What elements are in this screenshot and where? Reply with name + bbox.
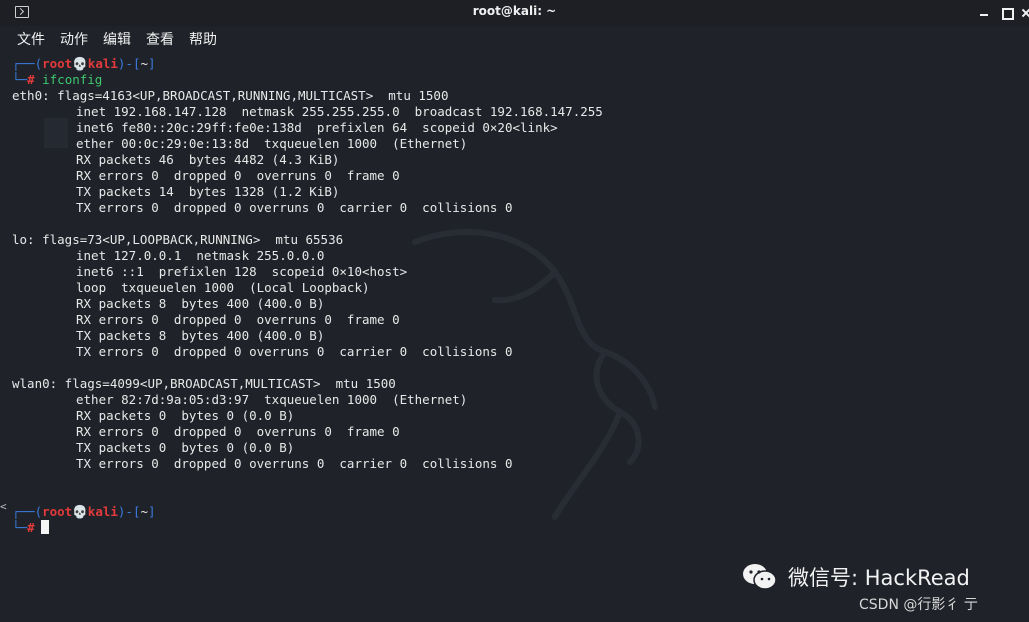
wechat-icon	[743, 564, 777, 590]
menu-help[interactable]: 帮助	[189, 29, 217, 49]
iface-header-lo: lo: flags=73<UP,LOOPBACK,RUNNING> mtu 65…	[12, 232, 344, 247]
prompt-hash: #	[27, 72, 35, 87]
wechat-id: 微信号: HackRead	[788, 566, 970, 590]
prompt-corner: ┌──(	[12, 56, 43, 71]
skull-icon: 💀	[72, 504, 88, 519]
menu-edit[interactable]: 编辑	[103, 29, 131, 49]
command-line: └─# ifconfig	[12, 72, 102, 88]
output-line: inet 127.0.0.1 netmask 255.0.0.0	[76, 248, 325, 263]
command-text: ifconfig	[42, 72, 103, 87]
prompt-host: kali	[87, 56, 118, 71]
iface-header-wlan0: wlan0: flags=4099<UP,BROADCAST,MULTICAST…	[12, 376, 396, 391]
output-line: RX errors 0 dropped 0 overruns 0 frame 0	[76, 312, 400, 327]
kali-dragon-watermark	[412, 229, 658, 520]
output-line: inet 192.168.147.128 netmask 255.255.255…	[76, 104, 603, 119]
prompt-path: ~	[140, 56, 149, 71]
prompt-line: ┌──(root💀kali)-[~]	[12, 504, 156, 520]
terminal-output[interactable]: ┌──(root💀kali)-[~] └─# ifconfig eth0: fl…	[0, 52, 1029, 622]
wechat-watermark: 微信号: HackRead	[742, 560, 970, 594]
title-bar[interactable]: root@kali: ~	[0, 0, 1029, 26]
menu-actions[interactable]: 动作	[60, 29, 88, 49]
prompt-hash: #	[27, 520, 35, 535]
terminal-window: root@kali: ~ 文件 动作 编辑 查看 帮助 ┌──(root💀kal…	[0, 0, 1029, 622]
csdn-watermark: CSDN @行影彳 亍	[859, 597, 978, 613]
prompt-user: root	[42, 504, 73, 519]
output-line: RX packets 8 bytes 400 (400.0 B)	[76, 296, 325, 311]
output-line: ether 82:7d:9a:05:d3:97 txqueuelen 1000 …	[76, 392, 468, 407]
output-line: RX packets 0 bytes 0 (0.0 B)	[76, 408, 295, 423]
background-file-icon	[44, 118, 68, 148]
output-line: RX errors 0 dropped 0 overruns 0 frame 0	[76, 424, 400, 439]
prompt-path: ~	[140, 504, 149, 519]
output-line: TX packets 14 bytes 1328 (1.2 KiB)	[76, 184, 340, 199]
minimize-icon[interactable]	[976, 5, 992, 21]
output-line: inet6 fe80::20c:29ff:fe0e:138d prefixlen…	[76, 120, 558, 135]
prompt-bracket: ]	[148, 56, 156, 71]
maximize-icon[interactable]	[999, 5, 1015, 21]
menu-file[interactable]: 文件	[17, 29, 45, 49]
prompt-bracket: ]	[148, 504, 156, 519]
output-line: TX packets 8 bytes 400 (400.0 B)	[76, 328, 325, 343]
prompt-separator: )-[	[117, 56, 141, 71]
output-line: TX errors 0 dropped 0 overruns 0 carrier…	[76, 200, 513, 215]
prompt-host: kali	[87, 504, 118, 519]
prompt-corner: ┌──(	[12, 504, 43, 519]
output-line: ether 00:0c:29:0e:13:8d txqueuelen 1000 …	[76, 136, 468, 151]
window-title: root@kali: ~	[472, 4, 557, 18]
output-line: RX packets 46 bytes 4482 (4.3 KiB)	[76, 152, 340, 167]
menu-bar: 文件 动作 编辑 查看 帮助	[0, 26, 1029, 52]
output-line: TX packets 0 bytes 0 (0.0 B)	[76, 440, 295, 455]
menu-view[interactable]: 查看	[146, 29, 174, 49]
prompt-separator: )-[	[117, 504, 141, 519]
close-icon[interactable]	[1020, 5, 1029, 21]
text-cursor[interactable]	[40, 520, 49, 534]
edge-mark: <	[0, 500, 7, 513]
prompt-corner: └─	[12, 72, 28, 87]
output-line: TX errors 0 dropped 0 overruns 0 carrier…	[76, 344, 513, 359]
skull-icon: 💀	[72, 56, 88, 71]
command-input-line[interactable]: └─#	[12, 520, 49, 536]
output-line: RX errors 0 dropped 0 overruns 0 frame 0	[76, 168, 400, 183]
output-line: loop txqueuelen 1000 (Local Loopback)	[76, 280, 370, 295]
output-line: TX errors 0 dropped 0 overruns 0 carrier…	[76, 456, 513, 471]
prompt-line: ┌──(root💀kali)-[~]	[12, 56, 156, 72]
prompt-corner: └─	[12, 520, 28, 535]
prompt-user: root	[42, 56, 73, 71]
iface-header-eth0: eth0: flags=4163<UP,BROADCAST,RUNNING,MU…	[12, 88, 449, 103]
output-line: inet6 ::1 prefixlen 128 scopeid 0×10<hos…	[76, 264, 408, 279]
